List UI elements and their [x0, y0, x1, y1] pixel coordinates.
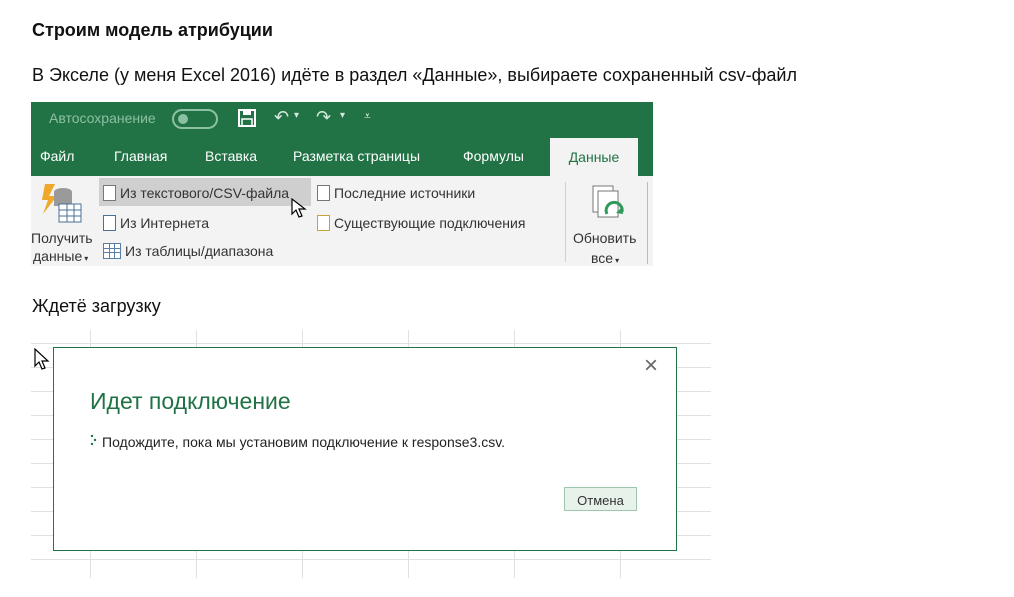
excel-ribbon-screenshot: Автосохранение ↶ ▾ ↷ ▾ ⩡ Файл Главная Вс… [31, 102, 653, 266]
table-icon [103, 243, 121, 259]
from-text-csv-button[interactable]: Из текстового/CSV-файла [103, 185, 289, 201]
undo-dropdown-icon[interactable]: ▾ [294, 110, 299, 121]
customize-qat-icon[interactable]: ⩡ [364, 109, 371, 124]
from-table-button[interactable]: Из таблицы/диапазона [103, 243, 273, 259]
tab-file[interactable]: Файл [40, 148, 74, 164]
refresh-all-icon[interactable] [589, 182, 629, 224]
redo-dropdown-icon[interactable]: ▾ [340, 110, 345, 121]
tab-page-layout[interactable]: Разметка страницы [293, 148, 420, 164]
mouse-cursor-icon [291, 198, 307, 218]
tab-formulas[interactable]: Формулы [463, 148, 524, 164]
web-file-icon [103, 215, 116, 231]
dialog-title: Идет подключение [90, 388, 291, 414]
existing-connections-icon [317, 215, 330, 231]
tab-home[interactable]: Главная [114, 148, 167, 164]
undo-icon[interactable]: ↶ [274, 107, 289, 128]
recent-sources-button[interactable]: Последние источники [317, 185, 475, 201]
dialog-message: Подождите, пока мы установим подключение… [102, 434, 506, 450]
refresh-dropdown-icon[interactable]: ▾ [615, 256, 619, 265]
tab-insert[interactable]: Вставка [205, 148, 257, 164]
refresh-all-label-1[interactable]: Обновить [573, 230, 636, 246]
refresh-all-label-2[interactable]: все ▾ [591, 250, 619, 266]
existing-connections-button[interactable]: Существующие подключения [317, 215, 525, 231]
group-separator [565, 182, 566, 262]
autosave-toggle[interactable] [172, 109, 218, 129]
from-web-button[interactable]: Из Интернета [103, 215, 209, 231]
close-icon[interactable]: × [644, 354, 658, 378]
get-data-dropdown-icon[interactable]: ▾ [84, 254, 88, 263]
tab-data[interactable]: Данные [550, 138, 638, 176]
loading-spinner-icon [90, 434, 97, 446]
article-intro: В Экселе (у меня Excel 2016) идёте в раз… [32, 65, 797, 85]
get-data-label-2[interactable]: данные ▾ [33, 248, 88, 264]
article-heading: Строим модель атрибуции [32, 20, 273, 40]
text-file-icon [103, 185, 116, 201]
autosave-label: Автосохранение [49, 110, 156, 126]
recent-sources-icon [317, 185, 330, 201]
quick-access-toolbar: Автосохранение ↶ ▾ ↷ ▾ ⩡ [31, 102, 653, 138]
ribbon-overflow-edge [647, 182, 653, 264]
cancel-button[interactable]: Отмена [564, 487, 637, 511]
redo-icon[interactable]: ↷ [316, 107, 331, 128]
get-data-label-1[interactable]: Получить [31, 230, 93, 246]
mouse-pointer-icon [34, 348, 50, 370]
save-icon[interactable] [237, 108, 257, 128]
database-icon[interactable] [41, 182, 83, 224]
connecting-dialog: × Идет подключение Подождите, пока мы ус… [53, 347, 677, 551]
article-wait-text: Ждетё загрузку [32, 296, 161, 316]
